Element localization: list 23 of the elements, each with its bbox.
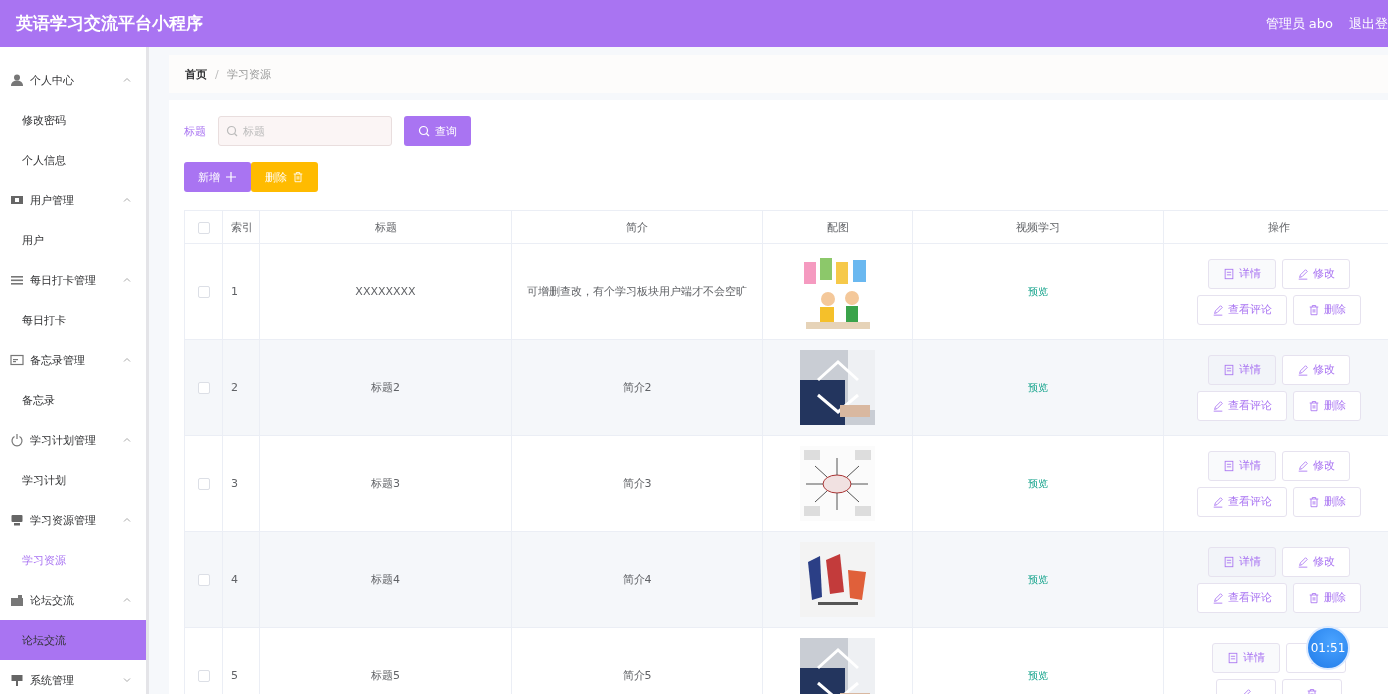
table-cell: 简介4 xyxy=(511,531,763,628)
column-header: 标题 xyxy=(259,210,512,244)
column-header: 操作 xyxy=(1163,210,1388,244)
table-cell: XXXXXXXX xyxy=(259,243,512,340)
app-title: 英语学习交流平台小程序 xyxy=(16,12,204,35)
column-header: 索引 xyxy=(222,210,260,244)
breadcrumb-separator: / xyxy=(215,67,219,81)
search-label: 标题 xyxy=(184,123,206,139)
table-cell: 1 xyxy=(222,243,260,340)
breadcrumb-item: 学习资源 xyxy=(226,66,271,82)
admin-name: 管理员 abo xyxy=(1265,14,1333,33)
table-cell: 简介3 xyxy=(511,435,763,532)
table-cell: 4 xyxy=(222,531,260,628)
table-cell: 3 xyxy=(222,435,260,532)
table-cell: 标题2 xyxy=(259,339,512,436)
column-header: 简介 xyxy=(511,210,763,244)
table-cell: 2 xyxy=(222,339,260,436)
table-cell: 简介2 xyxy=(511,339,763,436)
table-cell: 可增删查改，有个学习板块用户端才不会空旷 xyxy=(511,243,763,340)
table-cell: 标题3 xyxy=(259,435,512,532)
column-header: 配图 xyxy=(762,210,913,244)
column-header: 视频学习 xyxy=(912,210,1164,244)
table-cell: 标题4 xyxy=(259,531,512,628)
